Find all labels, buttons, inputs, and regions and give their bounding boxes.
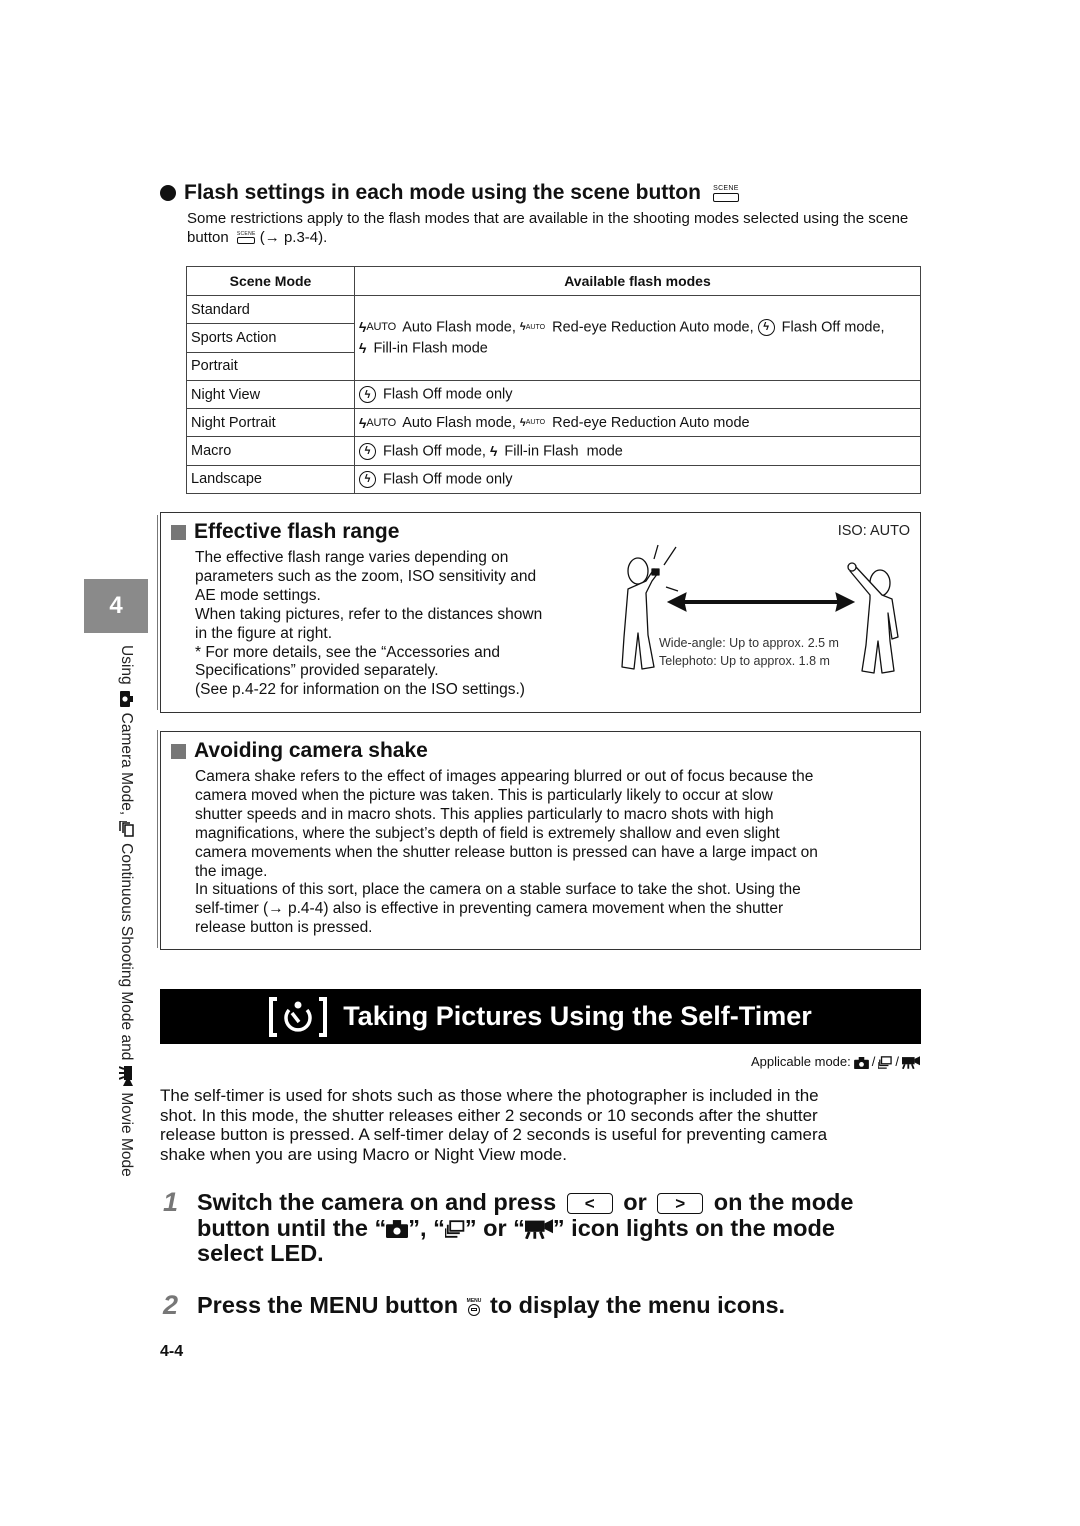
column-header: Scene Mode [186,266,355,296]
photographer-head [627,557,649,585]
continuous-shooting-icon [878,1054,893,1069]
page-number: 4-4 [160,1343,184,1360]
camera-shake-text: Camera shake refers to the effect of ima… [195,768,818,937]
scene-button-icon: SCENE [712,185,739,202]
flash-range-box: Effective flash range The effective flas… [160,512,921,713]
wide-angle-range: Wide-angle: Up to approx. 2.5 m [659,636,839,650]
column-header: Available flash modes [354,266,921,296]
scene-mode-cell: Macro [186,436,355,466]
scene-mode-cell: Standard [186,294,355,325]
auto-flash-icon: ϟ AUTO [359,414,396,431]
step-number: 2 [163,1290,179,1320]
scene-mode-cell: Sports Action [186,323,355,353]
side-divider [157,730,158,948]
camera-shake-heading: Avoiding camera shake [171,739,428,763]
table-row: Night View ϟ Flash Off mode only [186,379,921,410]
left-key-icon: < [566,1193,613,1215]
flash-modes-cell: ϟ AUTO Auto Flash mode, ϟ AUTO Red-eye Red… [354,295,921,381]
fill-in-flash-icon: ϟ [359,339,367,356]
step-2: 2 Press the MENU button MENU to display … [163,1290,897,1320]
menu-button-icon: MENU [467,1298,481,1316]
scene-button-icon: SCENE [237,231,256,245]
right-key-icon: > [657,1193,704,1215]
continuous-shooting-icon [117,821,135,837]
side-divider [157,515,158,710]
distance-arrow [666,592,856,612]
movie-icon [117,1066,135,1087]
section-title: Taking Pictures Using the Self-Timer [343,1001,812,1031]
camera-icon [117,690,135,707]
movie-icon [524,1215,553,1241]
step-text: Press the MENU button MENU to display th… [197,1292,786,1318]
flash-settings-heading: Flash settings in each mode using the sc… [160,181,739,205]
camera-icon [853,1054,869,1069]
square-bullet-icon [171,743,186,759]
bullet-icon [160,185,176,201]
flash-off-icon: ϟ [359,442,376,460]
square-bullet-icon [171,524,186,540]
flash-modes-cell: ϟ Flash Off mode, ϟ Fill-in Flash mode [354,436,921,466]
flash-off-icon: ϟ [757,318,775,336]
applicable-modes: Applicable mode: / / [751,1054,920,1070]
flash-off-icon: ϟ [359,470,376,488]
red-eye-auto-icon: ϟ AUTO [519,416,546,429]
table-header-row: Scene Mode Available flash modes [186,266,921,296]
camera-shake-box: Avoiding camera shake Camera shake refer… [160,731,921,950]
table-row: Landscape ϟ Flash Off mode only [186,464,921,495]
movie-icon [902,1054,920,1070]
self-timer-icon [269,996,328,1038]
table-row: Macro ϟ Flash Off mode, ϟ Fill-in Flash … [186,436,921,466]
flash-distance-labels: Wide-angle: Up to approx. 2.5 m Telephot… [659,634,839,670]
self-timer-banner: Taking Pictures Using the Self-Timer [160,989,921,1044]
side-text-part: Camera Mode, [118,712,135,816]
scene-mode-cell: Night Portrait [186,408,355,438]
chapter-side-title: Using Camera Mode, Continuous Shooting M… [117,645,135,1177]
flash-modes-cell: ϟ AUTO Auto Flash mode, ϟ AUTO Red-eye Red… [354,408,921,438]
table-row: Standard ϟ AUTO Auto Flash mode, ϟ AUTO Re… [186,294,921,381]
flash-range-heading: Effective flash range [171,520,399,544]
camera-in-hand [651,568,660,576]
telephoto-range: Telephoto: Up to approx. 1.8 m [659,654,830,668]
flash-range-text: The effective flash range varies dependi… [195,549,543,699]
photographer-body [621,568,659,670]
flash-modes-cell: ϟ Flash Off mode only [354,464,921,495]
camera-icon [386,1215,409,1241]
scene-mode-cell: Landscape [186,464,355,495]
chapter-tab: 4 [84,579,148,633]
side-text-part: Continuous Shooting Mode and [118,843,135,1061]
flash-settings-description: Some restrictions apply to the flash mod… [187,210,909,246]
heading-text: Flash settings in each mode using the sc… [184,181,701,204]
continuous-shooting-icon [444,1215,465,1241]
scene-mode-cell: Portrait [186,351,355,381]
step-number: 1 [163,1187,179,1217]
step-text: Switch the camera on and press < or > on… [197,1189,854,1266]
flash-modes-table: Scene Mode Available flash modes Standar… [186,266,921,495]
side-text-part: Movie Mode [118,1092,135,1177]
page-reference: (→ p.3-4). [259,228,328,246]
self-timer-intro: The self-timer is used for shots such as… [160,1086,828,1164]
flash-off-icon: ϟ [359,386,376,404]
flash-modes-cell: ϟ Flash Off mode only [354,379,921,410]
step-1: 1 Switch the camera on and press < or > … [163,1187,897,1267]
auto-flash-icon: ϟ AUTO [359,318,396,335]
fill-in-flash-icon: ϟ [489,443,498,460]
side-text-part: Using [118,645,135,685]
scene-mode-cell: Night View [186,379,355,410]
red-eye-auto-icon: ϟ AUTO [519,320,546,333]
table-row: Night Portrait ϟ AUTO Auto Flash mode, ϟA… [186,408,921,438]
